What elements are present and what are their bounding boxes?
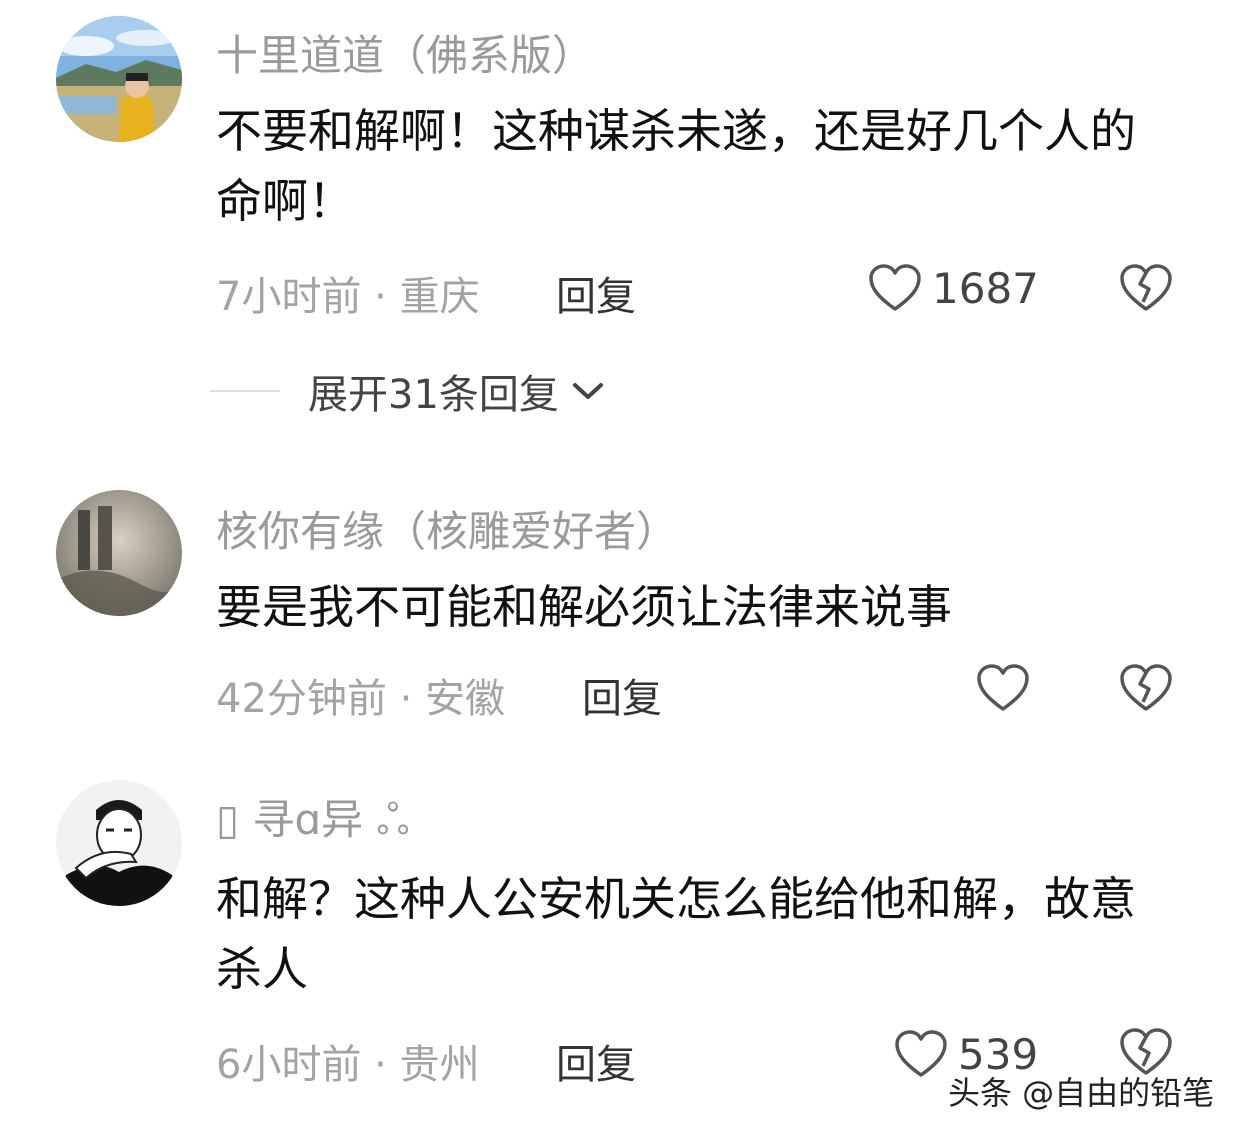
comment-text: 要是我不可能和解必须让法律来说事: [216, 580, 952, 634]
avatar[interactable]: [56, 490, 182, 616]
like-button[interactable]: [976, 658, 1040, 718]
like-count: 1687: [932, 263, 1039, 313]
reply-button[interactable]: 回复: [556, 1032, 636, 1090]
comment-meta: 7小时前 · 重庆: [216, 274, 480, 320]
heart-outline-icon: [977, 664, 1029, 711]
expand-replies-button[interactable]: 展开31条回复: [210, 362, 605, 420]
comment-meta: 42分钟前 · 安徽: [216, 676, 506, 722]
heart-outline-icon: [895, 1030, 947, 1077]
heart-outline-icon: [869, 264, 921, 311]
username[interactable]: ▯ 寻ɑ异 ஃ: [216, 786, 409, 850]
username[interactable]: 十里道道（佛系版）: [216, 22, 594, 83]
comment-text: 不要和解啊！这种谋杀未遂，还是好几个人的命啊！: [216, 104, 1136, 228]
reply-button[interactable]: 回复: [556, 264, 636, 322]
like-button[interactable]: 1687: [868, 258, 1039, 318]
watermark: 头条 @自由的铅笔: [948, 1074, 1215, 1112]
chevron-down-icon: [572, 383, 603, 399]
broken-heart-icon[interactable]: [1118, 662, 1174, 714]
comment-text: 和解？这种人公安机关怎么能给他和解，故意杀人: [216, 872, 1136, 996]
reply-button[interactable]: 回复: [582, 666, 662, 724]
username[interactable]: 核你有缘（核雕爱好者）: [216, 498, 678, 559]
avatar[interactable]: [56, 16, 182, 142]
broken-heart-icon[interactable]: [1118, 262, 1174, 314]
comment-meta: 6小时前 · 贵州: [216, 1042, 480, 1088]
divider-line: [210, 390, 280, 392]
avatar[interactable]: [56, 780, 182, 906]
expand-replies-label: 展开31条回复: [308, 372, 559, 418]
